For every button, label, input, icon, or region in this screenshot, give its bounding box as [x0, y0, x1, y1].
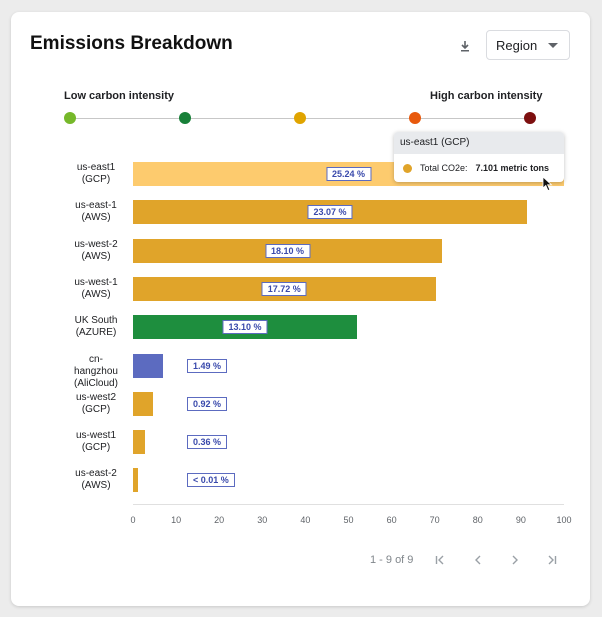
- x-tick-label: 40: [300, 515, 311, 525]
- next-page-icon: [512, 555, 518, 565]
- bar-tooltip: us-east1 (GCP) Total CO2e: 7.101 metric …: [394, 132, 564, 182]
- x-tick-label: 90: [515, 515, 526, 525]
- category-region: us-east1: [76, 162, 116, 173]
- previous-page-button[interactable]: [469, 551, 487, 569]
- category-region: UK South: [74, 315, 118, 327]
- intensity-level-dot-4: [409, 112, 421, 124]
- category-region: us-west1: [75, 430, 116, 442]
- x-tick-label: 80: [472, 515, 483, 525]
- bar-data-label: 17.72 %: [261, 281, 307, 296]
- category-label: us-east-2 (AWS): [70, 468, 122, 492]
- bar-data-label: 0.92 %: [187, 396, 228, 411]
- bar-data-label: 13.10 %: [222, 320, 268, 335]
- category-label: UK South (AZURE): [70, 315, 122, 339]
- category-label: us-east1 (GCP): [70, 162, 122, 186]
- category-provider: (AliCloud): [74, 377, 118, 389]
- chevron-down-icon: [548, 43, 558, 48]
- intensity-level-dot-2: [179, 112, 191, 124]
- category-label: us-west-1 (AWS): [70, 277, 122, 301]
- category-region: cn-hangzhou: [74, 353, 118, 377]
- x-tick-label: 30: [257, 515, 268, 525]
- category-label: us-east-1 (AWS): [70, 200, 122, 224]
- tooltip-metric-label: Total CO2e:: [420, 163, 468, 173]
- region-select[interactable]: Region: [486, 30, 570, 60]
- category-region: us-west-2: [74, 238, 118, 250]
- next-page-button[interactable]: [506, 551, 524, 569]
- x-tick-label: 60: [386, 515, 397, 525]
- category-provider: (GCP): [81, 442, 111, 454]
- x-tick-label: 50: [343, 515, 354, 525]
- intensity-level-dot-5: [524, 112, 536, 124]
- x-tick-label: 70: [429, 515, 440, 525]
- bar-data-label: 25.24 %: [325, 167, 372, 181]
- category-region: us-east-2: [75, 468, 117, 480]
- bar-data-label: 18.10 %: [264, 243, 311, 258]
- last-page-button[interactable]: [543, 551, 561, 569]
- x-tick-label: 100: [556, 515, 572, 525]
- x-axis-line: [133, 504, 564, 505]
- bar-data-label: 23.07 %: [307, 205, 353, 220]
- category-provider: (AWS): [81, 480, 111, 492]
- category-region: us-east-1: [75, 200, 117, 212]
- bar[interactable]: [133, 391, 153, 416]
- bar-data-label: 1.49 %: [187, 358, 228, 373]
- download-icon: [461, 41, 469, 52]
- category-provider: (AWS): [81, 250, 111, 262]
- last-page-icon: [548, 555, 557, 565]
- category-provider: (AWS): [81, 288, 111, 300]
- bar-data-label: 0.36 %: [187, 435, 228, 450]
- bar[interactable]: [133, 353, 163, 378]
- mouse-pointer-icon: [542, 176, 553, 192]
- card-title: Emissions Breakdown: [30, 33, 233, 54]
- bar[interactable]: [133, 468, 139, 493]
- tooltip-body: Total CO2e: 7.101 metric tons: [394, 154, 564, 182]
- category-region: us-west2: [75, 391, 116, 403]
- intensity-level-dot-1: [64, 112, 76, 124]
- high-intensity-label: High carbon intensity: [430, 90, 543, 102]
- category-label: cn-hangzhou (AliCloud): [70, 354, 122, 390]
- bar-data-label: < 0.01 %: [187, 473, 235, 488]
- category-provider: (GCP): [81, 403, 111, 415]
- tooltip-metric-value: 7.101 metric tons: [475, 163, 550, 173]
- category-label: us-west1 (GCP): [70, 430, 122, 454]
- tooltip-color-dot: [403, 163, 412, 173]
- category-region: us-west-1: [74, 276, 118, 288]
- category-provider: (AWS): [81, 212, 111, 224]
- x-tick-label: 0: [130, 515, 136, 525]
- first-page-icon: [435, 555, 444, 565]
- pagination-range: 1 - 9 of 9: [370, 554, 414, 566]
- x-tick-label: 10: [171, 515, 182, 525]
- previous-page-icon: [475, 555, 481, 565]
- tooltip-title: us-east1 (GCP): [394, 132, 564, 154]
- region-select-value: Region: [496, 37, 538, 53]
- bar[interactable]: [133, 430, 145, 455]
- low-intensity-label: Low carbon intensity: [64, 90, 175, 102]
- category-label: us-west-2 (AWS): [70, 239, 122, 263]
- category-label: us-west2 (GCP): [70, 392, 122, 416]
- intensity-level-dot-3: [294, 112, 306, 124]
- download-button[interactable]: [455, 36, 475, 56]
- x-tick-label: 20: [214, 515, 225, 525]
- category-provider: (GCP): [81, 174, 111, 185]
- category-provider: (AZURE): [75, 327, 117, 339]
- first-page-button[interactable]: [431, 551, 449, 569]
